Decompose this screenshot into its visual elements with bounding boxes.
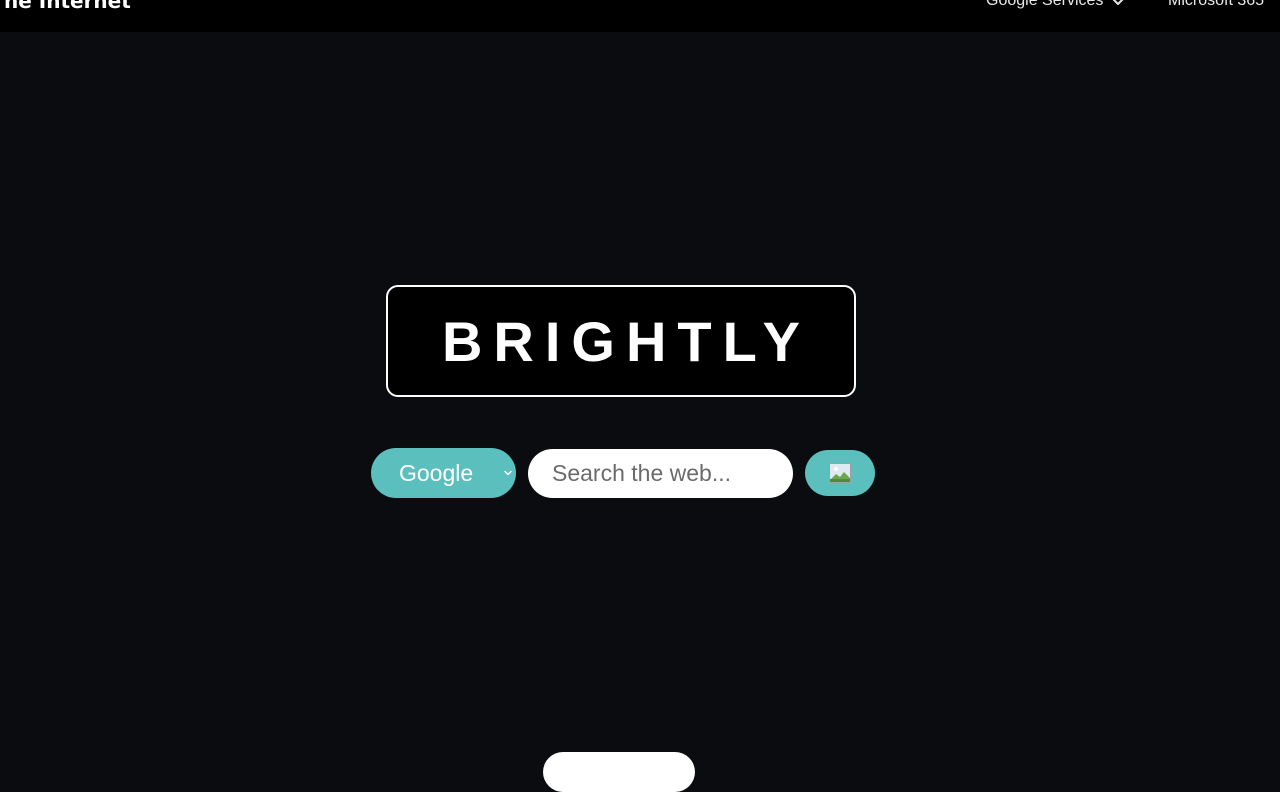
nav-microsoft-365[interactable]: Microsoft 365 (1168, 0, 1264, 10)
top-navigation-bar: he Internet Google Services Microsoft 36… (0, 0, 1280, 32)
nav-google-services[interactable]: Google Services (986, 0, 1125, 10)
chevron-down-icon (504, 470, 512, 476)
search-engine-select[interactable]: Google (371, 448, 516, 498)
logo-text: BRIGHTLY (441, 309, 812, 373)
brightly-logo: BRIGHTLY (386, 285, 856, 397)
search-button[interactable] (805, 450, 875, 496)
bottom-button[interactable] (543, 752, 695, 792)
site-title[interactable]: he Internet (4, 0, 131, 13)
search-input[interactable] (528, 449, 793, 498)
chevron-down-icon (1112, 0, 1124, 5)
broken-image-icon (829, 463, 851, 483)
search-engine-label: Google (399, 459, 474, 486)
nav-google-services-label: Google Services (986, 0, 1104, 9)
